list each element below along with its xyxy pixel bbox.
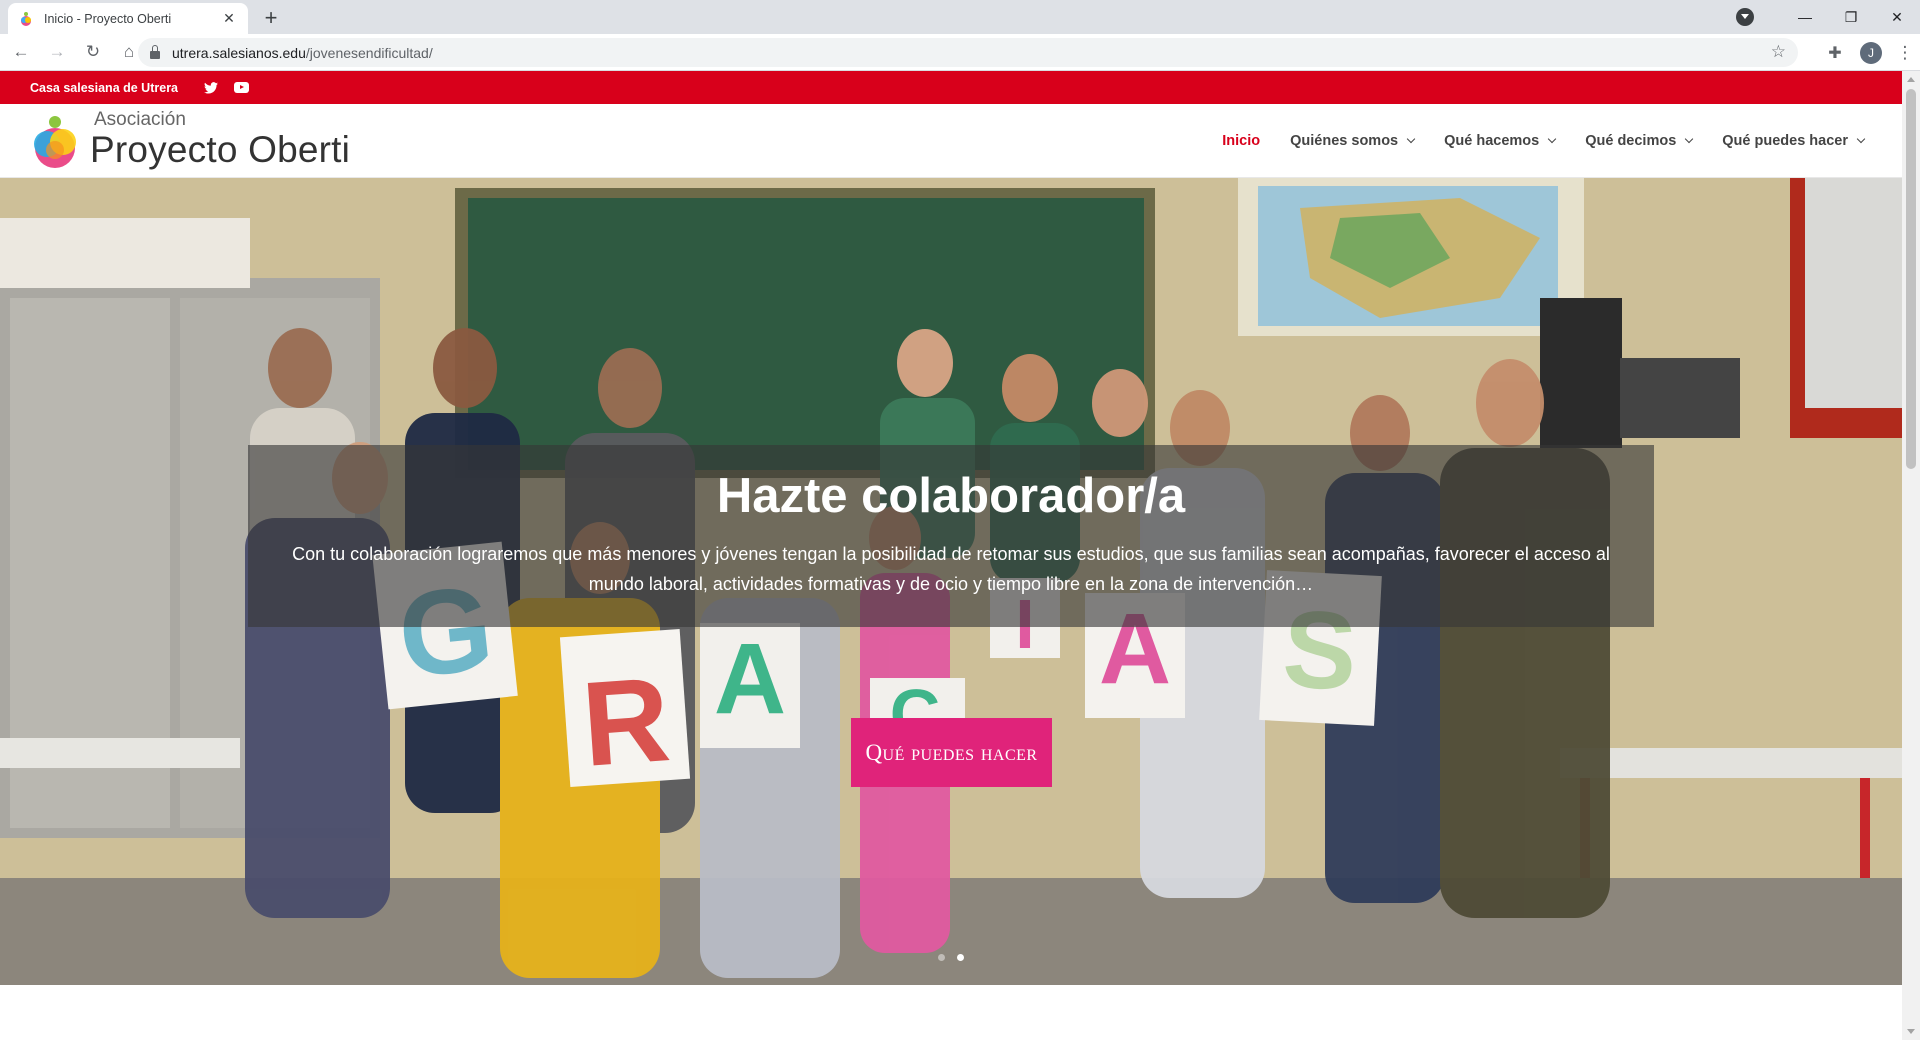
main-nav: Inicio Quiénes somos Qué hacemos Qué dec… — [1192, 104, 1866, 178]
hero-slider: G R A C I A S Hazte colaborador/a Con tu… — [0, 178, 1902, 985]
site-favicon-icon — [21, 11, 31, 26]
slider-dots — [0, 954, 1902, 961]
browser-tab[interactable]: Inicio - Proyecto Oberti ✕ — [8, 3, 248, 34]
chevron-down-icon — [1406, 134, 1416, 144]
hero-text: Con tu colaboración lograremos que más m… — [292, 544, 1610, 594]
lock-icon[interactable] — [150, 44, 160, 59]
nav-item-inicio[interactable]: Inicio — [1222, 133, 1260, 149]
nav-item-que-hacemos[interactable]: Qué hacemos — [1444, 133, 1557, 149]
page-viewport: Casa salesiana de Utrera Asociación Proy… — [0, 71, 1902, 1040]
slider-dot-2[interactable] — [957, 954, 964, 961]
tab-search-icon[interactable] — [1736, 8, 1754, 26]
chevron-down-icon — [1547, 134, 1557, 144]
tab-close-icon[interactable]: ✕ — [220, 10, 238, 27]
chevron-down-icon — [1856, 134, 1866, 144]
reload-icon[interactable]: ↻ — [78, 37, 108, 67]
que-puedes-hacer-button[interactable]: Qué puedes hacer — [851, 718, 1052, 787]
nav-item-que-puedes-hacer[interactable]: Qué puedes hacer — [1722, 133, 1866, 149]
site-header: Asociación Proyecto Oberti Inicio Quiéne… — [0, 104, 1902, 178]
profile-avatar[interactable]: J — [1860, 41, 1882, 64]
extensions-puzzle-icon[interactable]: ✚ — [1818, 43, 1852, 63]
twitter-icon[interactable] — [204, 81, 219, 94]
site-logo[interactable]: Asociación Proyecto Oberti — [32, 110, 350, 170]
close-window-icon[interactable]: ✕ — [1874, 9, 1920, 26]
logo-big-text: Proyecto Oberti — [90, 129, 351, 170]
bookmark-star-icon[interactable]: ☆ — [1771, 42, 1786, 62]
browser-menu-icon[interactable]: ⋮ — [1890, 43, 1920, 63]
nav-item-que-decimos[interactable]: Qué decimos — [1585, 133, 1694, 149]
logo-small-text: Asociación — [94, 109, 186, 130]
scroll-up-icon[interactable] — [1907, 77, 1915, 82]
logo-mark-icon — [34, 116, 76, 168]
svg-text:R: R — [578, 652, 674, 792]
nav-item-quienes-somos[interactable]: Quiénes somos — [1290, 133, 1416, 149]
address-bar[interactable]: utrera.salesianos.edu/jovenesendificulta… — [138, 38, 1798, 67]
tab-title: Inicio - Proyecto Oberti — [44, 11, 172, 26]
scroll-down-icon[interactable] — [1907, 1029, 1915, 1034]
browser-tab-strip: Inicio - Proyecto Oberti ✕ + — ❐ ✕ — [0, 0, 1920, 34]
top-bar-site-name: Casa salesiana de Utrera — [30, 80, 179, 95]
scrollbar-thumb[interactable] — [1906, 89, 1916, 469]
hero-title: Hazte colaborador/a — [716, 469, 1186, 523]
chevron-down-icon — [1685, 134, 1694, 144]
url-text: utrera.salesianos.edu/jovenesendificulta… — [172, 44, 433, 61]
forward-icon[interactable]: → — [42, 37, 72, 67]
page-scrollbar[interactable] — [1902, 71, 1920, 1040]
top-bar: Casa salesiana de Utrera — [0, 71, 1902, 104]
back-icon[interactable]: ← — [6, 37, 36, 67]
restore-icon[interactable]: ❐ — [1828, 9, 1874, 26]
new-tab-icon[interactable]: + — [258, 5, 284, 31]
youtube-icon[interactable] — [234, 82, 250, 93]
minimize-icon[interactable]: — — [1782, 9, 1828, 25]
svg-text:A: A — [714, 623, 786, 735]
slider-dot-1[interactable] — [938, 954, 945, 961]
browser-toolbar: ← → ↻ ⌂ utrera.salesianos.edu/jovenesend… — [0, 34, 1920, 71]
